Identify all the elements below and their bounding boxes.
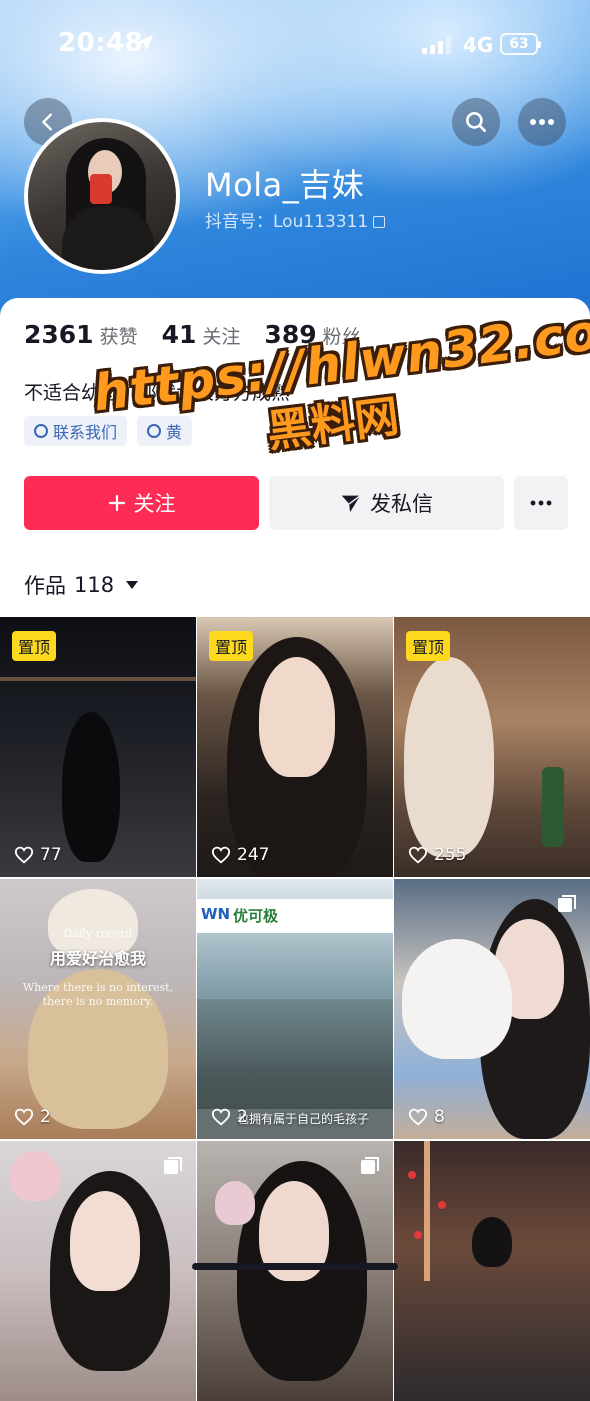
video-likes: 8 xyxy=(408,1107,445,1127)
send-message-label: 发私信 xyxy=(370,492,433,516)
video-likes-count: 2 xyxy=(40,1107,51,1127)
search-button[interactable] xyxy=(452,98,500,146)
profile-name: Mola_吉妹 xyxy=(205,166,365,204)
location-arrow-icon xyxy=(136,34,154,52)
video-likes: 255 xyxy=(408,845,466,865)
video-thumbnail[interactable]: 8 xyxy=(394,879,590,1139)
heart-icon xyxy=(14,1108,34,1126)
ellipsis-icon xyxy=(530,119,554,125)
stat-likes-label: 获赞 xyxy=(99,326,138,348)
video-thumbnail[interactable]: 置顶 77 xyxy=(0,617,196,877)
more-options-button[interactable] xyxy=(518,98,566,146)
stat-following[interactable]: 41 关注 xyxy=(162,320,241,349)
video-likes-count: 77 xyxy=(40,845,62,865)
video-likes: 2 xyxy=(14,1107,51,1127)
video-likes: 2 xyxy=(211,1107,248,1127)
plus-icon xyxy=(108,494,125,512)
network-type: 4G xyxy=(463,33,494,57)
paper-plane-icon xyxy=(341,495,361,513)
video-thumbnail[interactable] xyxy=(0,1141,196,1401)
video-caption: 也拥有属于自己的毛孩子 xyxy=(237,1112,370,1126)
douyin-id-text: 抖音号：Lou113311 xyxy=(205,212,369,232)
video-likes-count: 255 xyxy=(434,845,467,865)
works-label: 作品 xyxy=(24,574,66,598)
pinned-badge: 置顶 xyxy=(12,631,57,661)
video-thumbnail[interactable]: Daily record 用爱好治愈我 Where there is no in… xyxy=(0,879,196,1139)
store-sign-prefix: WN xyxy=(201,905,231,923)
video-caption: 用爱好治愈我 xyxy=(49,949,146,968)
stat-likes-value: 2361 xyxy=(24,320,94,349)
pinned-badge: 置顶 xyxy=(209,631,254,661)
link-icon xyxy=(31,421,51,441)
battery-icon: 63 xyxy=(500,33,541,55)
avatar[interactable] xyxy=(24,118,180,274)
stat-likes[interactable]: 2361 获赞 xyxy=(24,320,138,349)
video-thumbnail[interactable] xyxy=(394,1141,590,1401)
battery-level: 63 xyxy=(509,36,529,52)
heart-icon xyxy=(408,846,428,864)
video-likes: 247 xyxy=(211,845,269,865)
video-thumbnail[interactable]: 置顶 255 xyxy=(394,617,590,877)
profile-more-button[interactable] xyxy=(514,476,568,530)
chevron-left-icon xyxy=(42,113,52,131)
multi-image-icon xyxy=(361,1157,379,1174)
video-likes-count: 8 xyxy=(434,1107,445,1127)
stat-following-label: 关注 xyxy=(202,326,241,348)
heart-icon xyxy=(211,1108,231,1126)
video-subcaption: Where there is no interest, xyxy=(22,981,174,994)
video-subcaption: Daily record xyxy=(63,927,133,940)
profile-actions: 关注 发私信 xyxy=(24,476,568,530)
status-bar: 20:48 4G 63 xyxy=(0,0,590,90)
follow-button-label: 关注 xyxy=(133,492,176,516)
video-likes-count: 2 xyxy=(237,1107,248,1127)
signal-icon xyxy=(422,36,451,54)
works-count: 118 xyxy=(74,573,115,597)
douyin-id[interactable]: 抖音号：Lou113311 xyxy=(205,207,386,232)
heart-icon xyxy=(211,846,231,864)
search-icon xyxy=(466,112,486,132)
multi-image-icon xyxy=(164,1157,182,1174)
video-grid: 置顶 77 置顶 247 置顶 255 Daily record 用爱好治愈我 … xyxy=(0,617,590,1401)
heart-icon xyxy=(408,1108,428,1126)
video-subcaption: there is no memory. xyxy=(42,995,154,1008)
video-thumbnail[interactable] xyxy=(197,1141,393,1401)
send-message-button[interactable]: 发私信 xyxy=(269,476,504,530)
stat-following-value: 41 xyxy=(161,320,197,349)
home-indicator xyxy=(192,1263,398,1270)
video-thumbnail[interactable]: WN 优可极 也拥有属于自己的毛孩子 2 xyxy=(197,879,393,1139)
follow-button[interactable]: 关注 xyxy=(24,476,259,530)
copy-icon xyxy=(373,216,386,228)
video-thumbnail[interactable]: 置顶 247 xyxy=(197,617,393,877)
store-sign: 优可极 xyxy=(233,907,279,925)
heart-icon xyxy=(14,846,34,864)
video-likes: 77 xyxy=(14,845,62,865)
pinned-badge: 置顶 xyxy=(406,631,451,661)
multi-image-icon xyxy=(558,895,576,912)
works-tab[interactable]: 作品 118 xyxy=(24,570,139,600)
ellipsis-icon xyxy=(530,500,552,506)
status-time: 20:48 xyxy=(58,28,144,58)
dropdown-caret-icon xyxy=(126,581,139,589)
video-likes-count: 247 xyxy=(237,845,270,865)
